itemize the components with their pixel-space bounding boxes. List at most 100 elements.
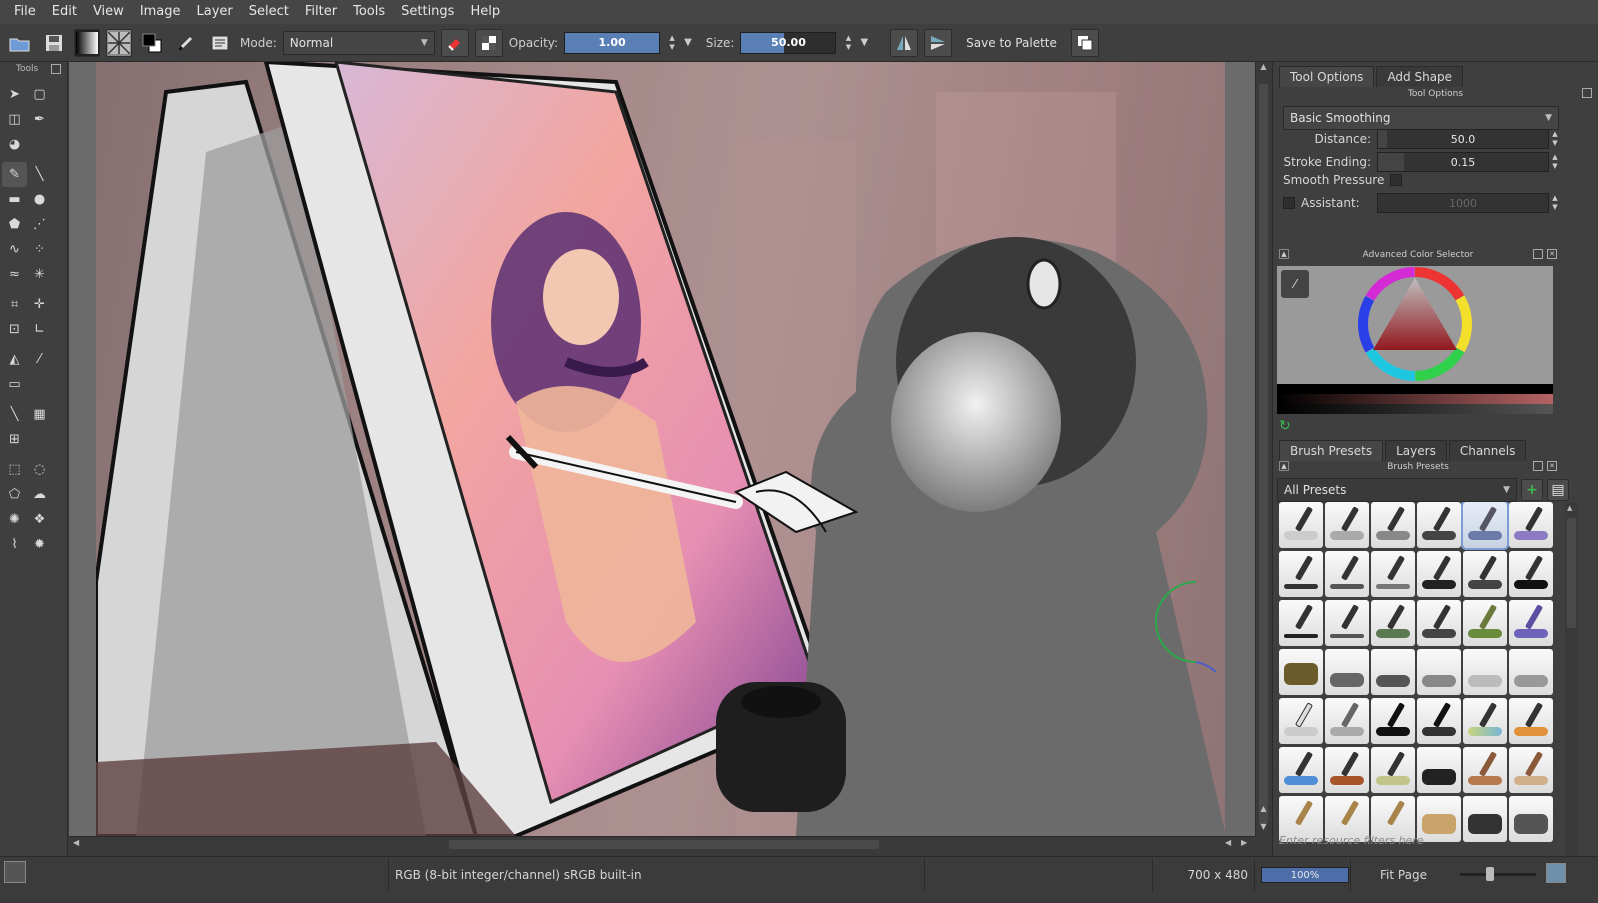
save-file-icon[interactable] <box>40 29 68 57</box>
close-icon[interactable]: ✕ <box>1547 249 1557 259</box>
brush-preset-selected[interactable] <box>1461 502 1509 550</box>
brush-preset[interactable] <box>1463 551 1507 597</box>
ellipse-tool-icon[interactable]: ● <box>27 187 52 212</box>
menu-image[interactable]: Image <box>132 0 189 24</box>
selection-display-icon[interactable] <box>4 861 26 883</box>
tab-channels[interactable]: Channels <box>1448 440 1527 461</box>
brush-preset[interactable] <box>1279 502 1323 548</box>
float-docker-icon[interactable] <box>1582 88 1592 98</box>
brush-preset[interactable] <box>1417 551 1461 597</box>
preserve-alpha-icon[interactable] <box>474 28 503 57</box>
brush-preset[interactable] <box>1417 502 1461 548</box>
dynamic-brush-icon[interactable]: ≈ <box>2 262 27 287</box>
rect-select-icon[interactable]: ⬚ <box>2 457 27 482</box>
brush-preset[interactable] <box>1279 698 1323 744</box>
size-preset-chevron-icon[interactable]: ▼ <box>860 37 868 48</box>
canvas-overview-icon[interactable] <box>1546 863 1566 883</box>
brush-preset[interactable] <box>1325 551 1369 597</box>
assistant-tool-icon[interactable]: ╲ <box>2 402 27 427</box>
mirror-vertical-icon[interactable] <box>924 28 953 57</box>
bezier-curve-icon[interactable]: ∿ <box>2 237 27 262</box>
zoom-segment[interactable]: 100% <box>1254 859 1350 891</box>
shade-bar-gray[interactable] <box>1277 404 1553 414</box>
rectangle-tool-icon[interactable]: ▬ <box>2 187 27 212</box>
preset-view-icon[interactable]: ▤ <box>1547 479 1569 501</box>
resource-filter-input[interactable]: Enter resource filters here <box>1279 834 1424 847</box>
gradient-tool-icon[interactable]: ▭ <box>2 372 27 397</box>
select-shapes-icon[interactable]: ➤ <box>2 82 27 107</box>
zoom-bar[interactable]: 100% <box>1261 867 1349 883</box>
brush-preset[interactable] <box>1463 747 1507 793</box>
fg-bg-color-icon[interactable] <box>138 29 166 57</box>
brush-preset[interactable] <box>1325 698 1369 744</box>
shade-bar-black[interactable] <box>1277 384 1553 394</box>
assistant-spinner[interactable]: ▲ ▼ <box>1549 192 1561 214</box>
line-tool-icon[interactable]: ╲ <box>27 162 52 187</box>
scroll-down-icon[interactable]: ▲ <box>1256 804 1271 816</box>
stroke-ending-spinner[interactable]: ▲ ▼ <box>1549 151 1561 173</box>
menu-edit[interactable]: Edit <box>44 0 85 24</box>
edit-shapes-icon[interactable]: ◫ <box>2 107 27 132</box>
brush-preset[interactable] <box>1325 600 1369 646</box>
brush-preset-icon[interactable] <box>172 29 200 57</box>
zoom-slider-handle[interactable] <box>1486 867 1494 881</box>
brush-preset[interactable] <box>1279 747 1323 793</box>
tab-layers[interactable]: Layers <box>1385 440 1447 461</box>
brush-preset[interactable] <box>1371 600 1415 646</box>
brush-preset[interactable] <box>1417 698 1461 744</box>
menu-settings[interactable]: Settings <box>393 0 462 24</box>
brush-preset[interactable] <box>1509 698 1553 744</box>
shade-bar-red[interactable] <box>1277 394 1553 404</box>
scroll-down-icon-2[interactable]: ▼ <box>1256 822 1271 834</box>
brush-preset[interactable] <box>1509 796 1553 842</box>
menu-help[interactable]: Help <box>462 0 508 24</box>
size-spinner[interactable]: ▲ ▼ <box>842 32 854 54</box>
float-docker-icon[interactable] <box>1533 461 1543 471</box>
fit-page-label[interactable]: Fit Page <box>1350 859 1450 891</box>
tab-tool-options[interactable]: Tool Options <box>1279 66 1375 87</box>
brush-preset[interactable] <box>1509 649 1553 695</box>
brush-preset[interactable] <box>1371 551 1415 597</box>
bezier-select-icon[interactable]: ⌇ <box>2 532 27 557</box>
opacity-slider[interactable]: 1.00 <box>564 31 661 54</box>
measure-tool-icon[interactable]: ∟ <box>27 317 52 342</box>
tab-brush-presets[interactable]: Brush Presets <box>1279 440 1384 461</box>
grid-tool-icon[interactable]: ⊞ <box>2 427 27 452</box>
scroll-left-icon[interactable]: ◀ <box>73 838 79 847</box>
freehand-select-icon[interactable]: ☁ <box>27 482 52 507</box>
open-file-icon[interactable] <box>6 29 34 57</box>
brush-preset[interactable] <box>1463 649 1507 695</box>
ellipse-select-icon[interactable]: ◌ <box>27 457 52 482</box>
menu-file[interactable]: File <box>6 0 44 24</box>
brush-preset[interactable] <box>1279 551 1323 597</box>
polygon-tool-icon[interactable]: ⬟ <box>2 212 27 237</box>
stroke-ending-slider[interactable]: 0.15 <box>1377 152 1549 172</box>
horizontal-scrollbar[interactable]: ◀ ◀ ▶ <box>69 836 1255 851</box>
assistant-checkbox[interactable] <box>1283 197 1295 209</box>
menu-tools[interactable]: Tools <box>345 0 393 24</box>
brush-preset[interactable] <box>1417 649 1461 695</box>
collapse-icon[interactable]: ▲ <box>1279 249 1289 259</box>
preset-scrollbar[interactable]: ▲ ▲ ▼ <box>1565 502 1578 886</box>
preset-tag-dropdown[interactable]: All Presets ▼ <box>1277 478 1517 502</box>
artwork-canvas[interactable] <box>96 62 1225 836</box>
brush-preset[interactable] <box>1371 502 1415 548</box>
gradient-selector-icon[interactable] <box>74 28 100 57</box>
canvas-area[interactable] <box>69 62 1255 836</box>
float-docker-icon[interactable] <box>51 64 61 74</box>
contiguous-select-icon[interactable]: ✺ <box>2 507 27 532</box>
opacity-spinner[interactable]: ▲ ▼ <box>666 32 678 54</box>
polygon-select-icon[interactable]: ⬠ <box>2 482 27 507</box>
tab-add-shape[interactable]: Add Shape <box>1376 66 1464 87</box>
menu-layer[interactable]: Layer <box>189 0 241 24</box>
pattern-selector-icon[interactable] <box>106 28 132 57</box>
menu-filter[interactable]: Filter <box>297 0 345 24</box>
save-to-palette-button[interactable]: Save to Palette <box>958 29 1065 57</box>
advanced-color-selector[interactable]: ⁄ <box>1277 266 1553 414</box>
transform-tool-icon[interactable]: ⊡ <box>2 317 27 342</box>
brush-preset[interactable] <box>1325 649 1369 695</box>
brush-preset[interactable] <box>1279 649 1323 695</box>
brush-preset[interactable] <box>1371 747 1415 793</box>
blend-mode-dropdown[interactable]: Normal ▼ <box>282 30 435 55</box>
text-tool-icon[interactable]: ▢ <box>27 82 52 107</box>
